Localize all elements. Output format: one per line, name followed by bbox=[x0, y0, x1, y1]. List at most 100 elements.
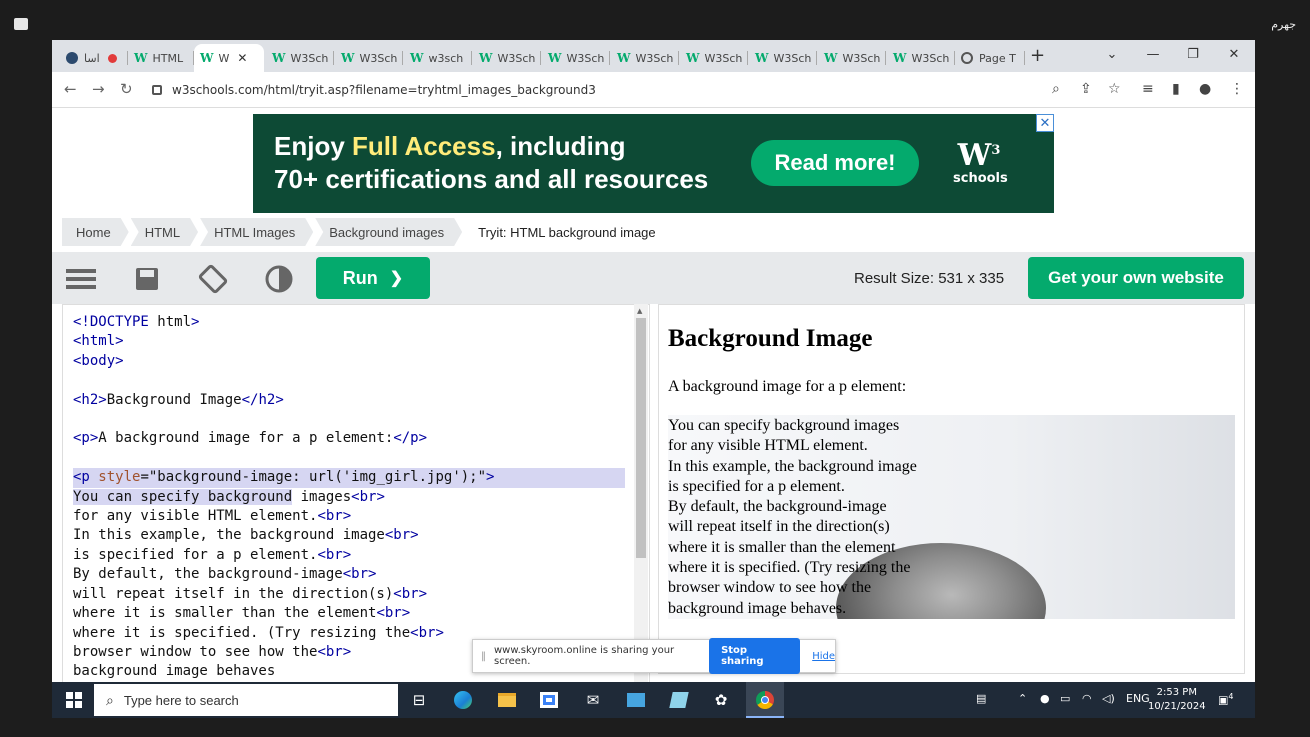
breadcrumb: Home HTML HTML Images Background images … bbox=[62, 218, 676, 246]
news-widget-icon[interactable]: ▤ bbox=[976, 692, 986, 705]
wifi-icon[interactable]: ◠ bbox=[1082, 692, 1092, 705]
code-line: <html> bbox=[73, 333, 124, 350]
store-icon[interactable] bbox=[538, 690, 560, 710]
microphone-icon[interactable]: ● bbox=[1040, 692, 1050, 705]
breadcrumb-home[interactable]: Home bbox=[62, 218, 129, 246]
battery-icon[interactable]: ▭ bbox=[1060, 692, 1070, 705]
code-line: You can specify background images<br> bbox=[73, 488, 385, 505]
w3-icon: W bbox=[893, 51, 907, 65]
drag-handle-icon[interactable]: ‖ bbox=[481, 651, 486, 662]
tab-2-active[interactable]: W W ✕ bbox=[194, 44, 264, 72]
profile-avatar-icon[interactable]: ● bbox=[1199, 81, 1211, 97]
file-explorer-icon[interactable] bbox=[496, 690, 518, 710]
notepad-icon[interactable] bbox=[668, 690, 690, 710]
breadcrumb-html-images[interactable]: HTML Images bbox=[200, 218, 313, 246]
tab-1[interactable]: W HTML bbox=[128, 44, 194, 72]
forward-icon[interactable]: → bbox=[92, 80, 105, 98]
tab-label: W3Sch bbox=[290, 51, 329, 65]
clock[interactable]: 2:53 PM 10/21/2024 bbox=[1148, 686, 1206, 714]
tab-strip: اسا W HTML W W ✕ W W3Sch W W3Sch Ww3sch WW… bbox=[52, 40, 1255, 72]
tab-label: w3sch bbox=[428, 51, 464, 65]
result-line: By default, the background-image bbox=[668, 498, 887, 516]
code-line: is specified for a p element.<br> bbox=[73, 546, 352, 563]
code-line: By default, the background-image<br> bbox=[73, 566, 377, 583]
back-icon[interactable]: ← bbox=[64, 80, 77, 98]
session-title: جهرم bbox=[1271, 18, 1296, 31]
tab-11[interactable]: W W3Sch bbox=[818, 44, 886, 72]
volume-icon[interactable]: ◁) bbox=[1102, 692, 1115, 705]
reload-icon[interactable]: ↻ bbox=[120, 80, 133, 98]
chrome-icon[interactable] bbox=[754, 690, 776, 710]
save-icon[interactable] bbox=[132, 266, 162, 292]
result-line: browser window to see how the bbox=[668, 579, 872, 597]
result-line: where it is smaller than the element bbox=[668, 538, 896, 556]
zoom-icon[interactable]: ⌕ bbox=[1052, 81, 1060, 97]
w3-icon: W bbox=[617, 51, 631, 65]
new-tab-button[interactable]: + bbox=[1030, 45, 1045, 66]
language-indicator[interactable]: ENG bbox=[1126, 692, 1150, 705]
read-more-button[interactable]: Read more! bbox=[751, 140, 919, 186]
reading-list-icon[interactable]: ≡ bbox=[1142, 81, 1154, 97]
run-button[interactable]: Run ❯ bbox=[316, 257, 430, 299]
tab-0[interactable]: اسا bbox=[60, 44, 128, 72]
w3-icon: W bbox=[824, 51, 838, 65]
w3schools-logo: W3 schools bbox=[953, 138, 1008, 187]
code-text[interactable]: <!DOCTYPE html> <html> <body> <h2>Backgrou… bbox=[73, 313, 625, 682]
breadcrumb-html[interactable]: HTML bbox=[131, 218, 198, 246]
tab-4[interactable]: W W3Sch bbox=[335, 44, 403, 72]
side-panel-icon[interactable]: ▮ bbox=[1172, 81, 1180, 97]
tab-label: W3Sch bbox=[359, 51, 398, 65]
tab-7[interactable]: W W3Sch bbox=[542, 44, 610, 72]
globe-icon bbox=[66, 52, 78, 64]
background-image-paragraph: You can specify background images for any… bbox=[668, 415, 1235, 619]
tab-search-icon[interactable]: ⌄ bbox=[1092, 40, 1132, 68]
bookmark-star-icon[interactable]: ☆ bbox=[1108, 81, 1121, 97]
close-ad-icon[interactable]: ✕ bbox=[1036, 114, 1054, 132]
menu-kebab-icon[interactable]: ⋮ bbox=[1230, 81, 1244, 97]
tryit-toolbar: Run ❯ Result Size: 531 x 335 Get your own… bbox=[52, 252, 1255, 304]
windows-start-icon[interactable] bbox=[66, 692, 82, 708]
remote-desktop-icon[interactable] bbox=[625, 690, 647, 710]
paint-icon[interactable]: ✿ bbox=[710, 690, 732, 710]
scroll-up-icon[interactable]: ▲ bbox=[637, 307, 642, 315]
tab-8[interactable]: W W3Sch bbox=[611, 44, 679, 72]
tab-13[interactable]: Page T bbox=[955, 44, 1025, 72]
tab-3[interactable]: W W3Sch bbox=[266, 44, 334, 72]
taskbar-search-input[interactable]: ⌕ Type here to search bbox=[94, 684, 398, 716]
rotate-orientation-icon[interactable] bbox=[198, 264, 228, 294]
tab-label: W bbox=[218, 51, 230, 65]
tab-label: W3Sch bbox=[497, 51, 536, 65]
tab-label: W3Sch bbox=[704, 51, 743, 65]
mail-icon[interactable]: ✉ bbox=[582, 690, 604, 710]
stop-sharing-button[interactable]: Stop sharing bbox=[709, 638, 801, 674]
ad-banner[interactable]: Enjoy Full Access, including 70+ certifi… bbox=[253, 114, 1054, 213]
show-hidden-icons-icon[interactable]: ⌃ bbox=[1018, 692, 1027, 705]
tab-10[interactable]: W W3Sch bbox=[749, 44, 817, 72]
close-window-icon[interactable]: ✕ bbox=[1214, 40, 1254, 68]
notifications-icon[interactable]: ▣4 bbox=[1218, 692, 1234, 707]
tab-6[interactable]: W W3Sch bbox=[473, 44, 541, 72]
task-view-icon[interactable]: ⊟ bbox=[408, 690, 430, 710]
address-bar[interactable]: w3schools.com/html/tryit.asp?filename=tr… bbox=[152, 77, 1142, 103]
hamburger-menu-icon[interactable] bbox=[66, 266, 96, 292]
get-own-website-button[interactable]: Get your own website bbox=[1028, 257, 1244, 299]
tab-5[interactable]: Ww3sch bbox=[404, 44, 472, 72]
tab-9[interactable]: W W3Sch bbox=[680, 44, 748, 72]
hide-link[interactable]: Hide bbox=[812, 651, 835, 662]
restore-icon[interactable]: ❐ bbox=[1173, 40, 1213, 68]
tab-label: W3Sch bbox=[842, 51, 881, 65]
monitor-icon bbox=[14, 18, 28, 30]
close-tab-icon[interactable]: ✕ bbox=[237, 51, 247, 65]
breadcrumb-background-images[interactable]: Background images bbox=[315, 218, 462, 246]
tab-12[interactable]: W W3Sch bbox=[887, 44, 955, 72]
code-line: <h2>Background Image</h2> bbox=[73, 391, 284, 408]
dark-mode-toggle-icon[interactable] bbox=[264, 265, 294, 293]
scrollbar-thumb[interactable] bbox=[636, 318, 646, 558]
result-line: is specified for a p element. bbox=[668, 477, 845, 495]
share-icon[interactable]: ⇪ bbox=[1080, 81, 1092, 97]
edge-icon[interactable] bbox=[452, 690, 474, 710]
minimize-icon[interactable]: — bbox=[1133, 40, 1173, 68]
w3-icon: W bbox=[686, 51, 700, 65]
screen-frame: جهرم اسا W HTML W W ✕ W W3Sch W W3Sch Ww3 bbox=[0, 0, 1310, 737]
